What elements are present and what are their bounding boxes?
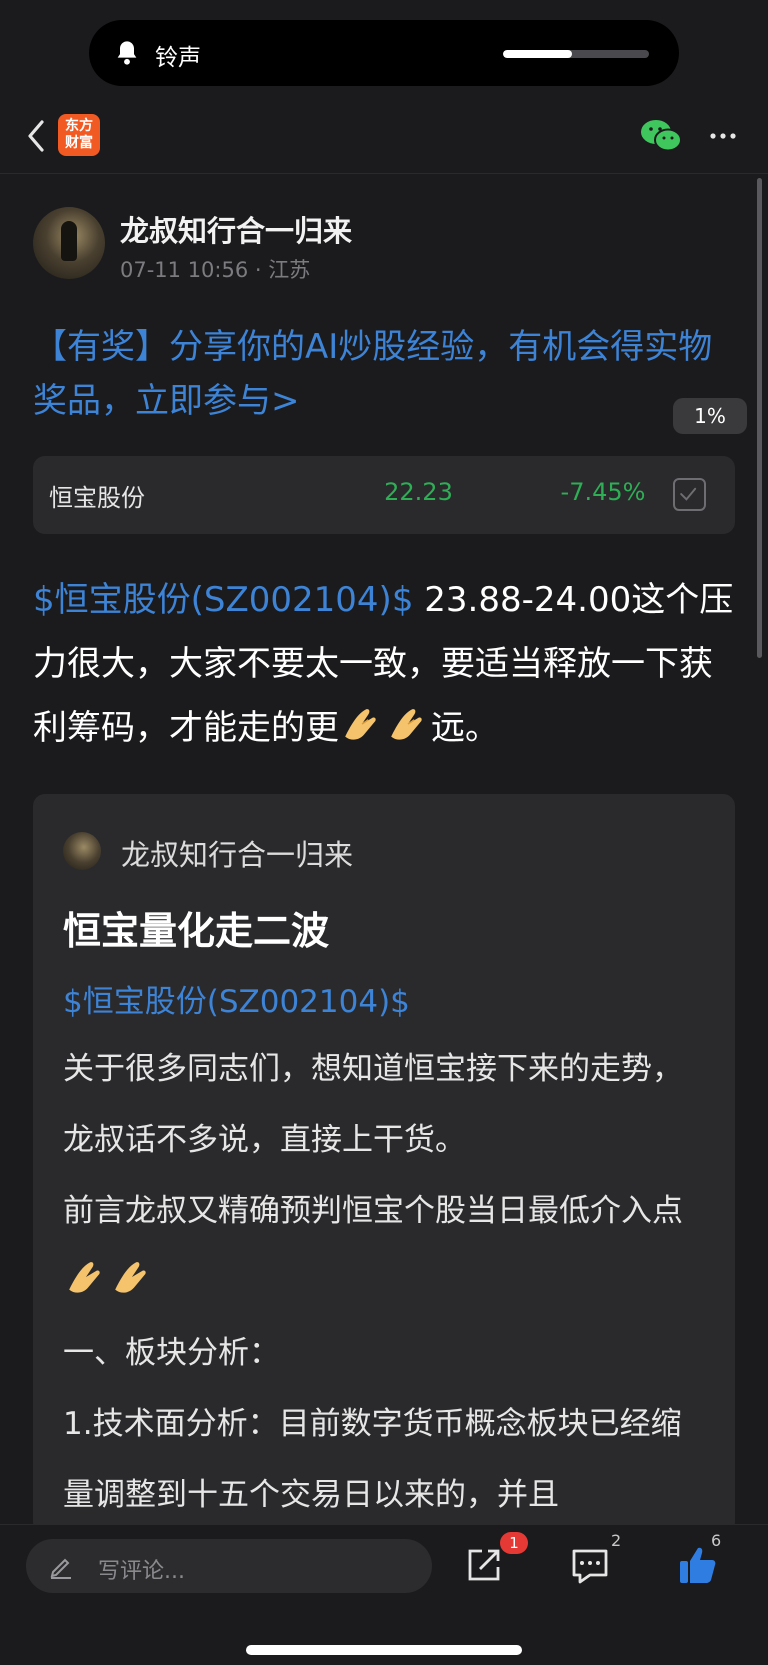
thumbs-up-icon[interactable] [678, 1545, 718, 1585]
nav-bar: 东方 财富 [0, 100, 768, 174]
volume-fill [503, 50, 572, 58]
pinching-hand-emoji-icon [69, 1262, 100, 1293]
wechat-share-icon[interactable] [640, 118, 682, 154]
comment-input[interactable]: 写评论... [26, 1539, 432, 1593]
comment-count: 2 [611, 1531, 622, 1550]
like-count: 6 [711, 1531, 722, 1550]
share-badge: 1 [500, 1532, 528, 1554]
bell-icon [117, 41, 137, 65]
stock-price: 22.23 [384, 478, 453, 506]
stock-change: -7.45% [560, 478, 646, 506]
quoted-paragraph: 前言龙叔又精确预判恒宝个股当日最低介入点 [63, 1176, 703, 1318]
pinching-hand-emoji-icon [115, 1262, 146, 1293]
more-icon[interactable] [708, 122, 738, 150]
pen-icon [50, 1558, 71, 1579]
quoted-stock-tag[interactable]: $恒宝股份(SZ002104)$ [63, 976, 410, 1021]
quoted-content: 关于很多同志们，想知道恒宝接下来的走势，龙叔话不多说，直接上干货。 前言龙叔又精… [63, 1034, 703, 1531]
stock-name: 恒宝股份 [49, 484, 145, 512]
checkmark-icon [680, 487, 697, 501]
post-text-part2: 远。 [431, 708, 499, 748]
author-avatar[interactable] [33, 207, 105, 279]
stock-tag-link[interactable]: $恒宝股份(SZ002104)$ [33, 580, 413, 620]
pinching-hand-emoji-icon [391, 709, 422, 740]
author-name[interactable]: 龙叔知行合一归来 [120, 208, 352, 250]
scrollbar-thumb[interactable] [757, 178, 762, 658]
read-progress-badge: 1% [673, 398, 747, 434]
pinching-hand-emoji-icon [345, 709, 376, 740]
quoted-title: 恒宝量化走二波 [63, 909, 330, 953]
post-body: $恒宝股份(SZ002104)$ 23.88-24.00这个压力很大，大家不要太… [33, 568, 745, 760]
stock-quote-card[interactable]: 恒宝股份 22.23 -7.45% [33, 456, 735, 534]
quoted-paragraph: 1.技术面分析：目前数字货币概念板块已经缩量调整到十五个交易日以来的，并且 [63, 1406, 682, 1513]
home-indicator[interactable] [246, 1645, 522, 1655]
quoted-author-name: 龙叔知行合一归来 [121, 838, 354, 872]
back-icon[interactable] [24, 116, 48, 156]
comment-placeholder: 写评论... [98, 1559, 185, 1584]
app-logo[interactable]: 东方 财富 [58, 114, 100, 156]
logo-line1: 东方 [65, 118, 93, 134]
post-meta: 07-11 10:56 · 江苏 [120, 254, 310, 284]
comment-icon[interactable] [570, 1547, 610, 1585]
quoted-paragraph: 关于很多同志们，想知道恒宝接下来的走势，龙叔话不多说，直接上干货。 [63, 1051, 683, 1158]
ringer-label: 铃声 [155, 45, 201, 71]
promo-link[interactable]: 【有奖】分享你的AI炒股经验，有机会得实物奖品，立即参与> [33, 320, 741, 428]
watchlist-checkbox[interactable] [673, 478, 706, 511]
quoted-paragraph: 一、板块分析： [63, 1335, 280, 1371]
quoted-author-avatar [63, 832, 101, 870]
quoted-article-card[interactable]: 龙叔知行合一归来 恒宝量化走二波 $恒宝股份(SZ002104)$ 关于很多同志… [33, 794, 735, 1534]
meta-separator: · [254, 258, 269, 282]
logo-line2: 财富 [65, 135, 93, 151]
ringer-notification: 铃声 [89, 20, 679, 86]
quoted-paragraph-text: 前言龙叔又精确预判恒宝个股当日最低介入点 [63, 1193, 683, 1229]
bottom-action-bar: 写评论... 1 2 6 [0, 1524, 768, 1665]
share-icon[interactable] [466, 1547, 502, 1583]
post-location: 江苏 [268, 258, 311, 282]
post-time: 07-11 10:56 [120, 258, 249, 282]
volume-bar [503, 50, 649, 58]
